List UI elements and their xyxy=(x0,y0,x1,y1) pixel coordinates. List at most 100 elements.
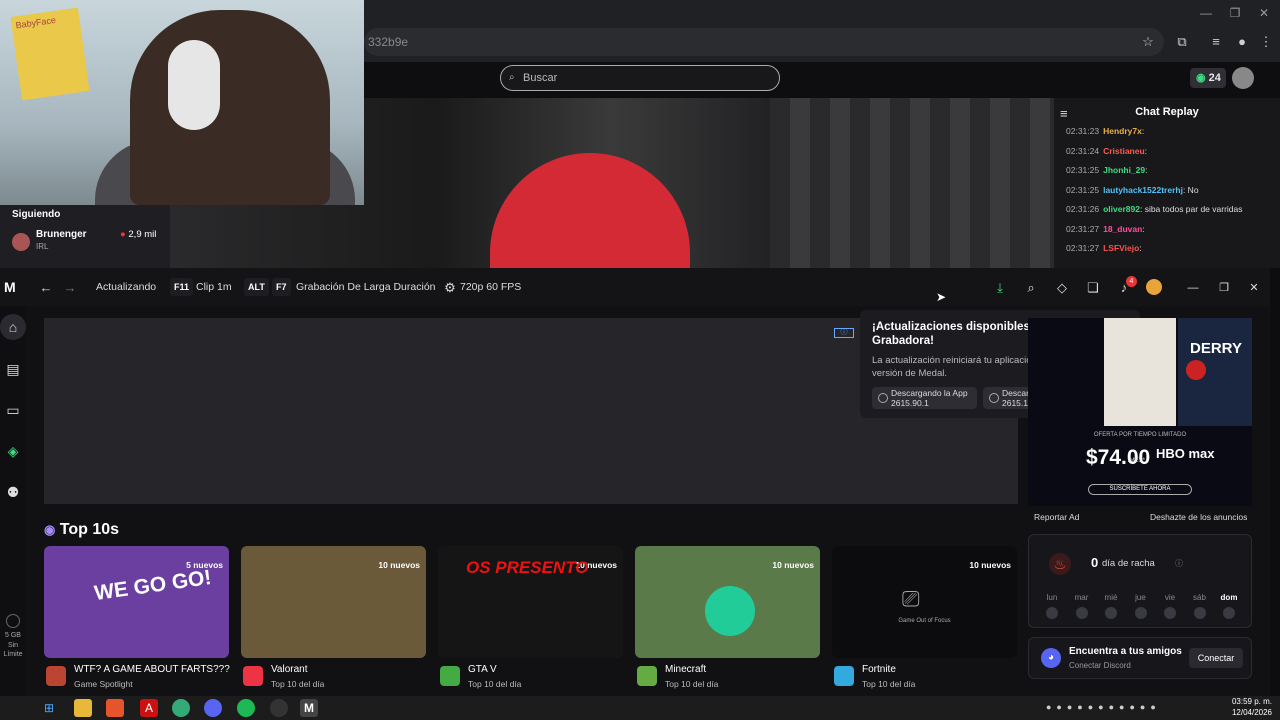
followed-category: IRL xyxy=(36,242,49,251)
media-control-icon[interactable]: ≡ xyxy=(1206,32,1226,52)
medal-close-icon[interactable]: ✕ xyxy=(1244,279,1264,297)
sidebar-ad[interactable]: DERRY OFERTA POR TIEMPO LIMITADO $74.00 … xyxy=(1028,318,1252,506)
profile-avatar[interactable]: ● xyxy=(1232,32,1252,52)
file-explorer-icon[interactable] xyxy=(74,699,92,717)
quality-label[interactable]: 720p 60 FPS xyxy=(460,281,521,293)
streamer-head xyxy=(130,10,330,205)
chat-message: 02:31:25 Jhonhi_29: xyxy=(1066,165,1148,175)
game-name[interactable]: Minecraft xyxy=(665,664,706,675)
games-diamond-icon[interactable]: ◈ xyxy=(4,442,22,460)
extensions-icon[interactable]: ⧉ xyxy=(1172,32,1192,52)
chat-username[interactable]: lautyhack1522trerhj xyxy=(1103,185,1183,195)
video-cap xyxy=(490,153,690,268)
chat-message: 02:31:25 lautyhack1522trerhj: No xyxy=(1066,185,1199,195)
chat-username[interactable]: Hendry7x xyxy=(1103,126,1142,136)
chat-time: 02:31:25 xyxy=(1066,184,1100,195)
streak-info-icon[interactable]: ⓘ xyxy=(1175,558,1183,569)
ad-movie-title: DERRY xyxy=(1190,340,1242,357)
day-dot xyxy=(1223,607,1235,619)
clock-date[interactable]: 12/04/2026 xyxy=(1228,708,1272,717)
bookmark-star-icon[interactable]: ☆ xyxy=(1138,32,1158,52)
long-record-label[interactable]: Grabación De Larga Duración xyxy=(296,281,436,293)
search-icon[interactable]: ⌕ xyxy=(1021,279,1041,297)
clock-time[interactable]: 03:59 p. m. xyxy=(1228,697,1272,706)
report-ad-link[interactable]: Reportar Ad xyxy=(1034,512,1079,522)
browser-maximize-icon[interactable]: ❐ xyxy=(1225,6,1245,22)
chat-message: 02:31:26 oliver892: siba todos par de var… xyxy=(1066,204,1243,214)
download-icon[interactable]: ⤓ xyxy=(990,279,1010,297)
medal-taskbar-icon[interactable]: M xyxy=(300,699,318,717)
ad-info-icon[interactable]: ⓘ xyxy=(834,328,854,338)
chat-text: : xyxy=(1139,243,1142,253)
top10-card[interactable]: 10 nuevos xyxy=(241,546,426,658)
chat-text: : xyxy=(1144,145,1148,156)
game-subtitle: Top 10 del día xyxy=(862,679,916,689)
browser-menu-icon[interactable]: ⋮ xyxy=(1256,32,1276,52)
back-arrow-icon[interactable]: ← xyxy=(36,279,56,297)
forward-arrow-icon[interactable]: → xyxy=(60,279,80,297)
chat-username[interactable]: Jhonhi_29 xyxy=(1103,165,1145,175)
chat-bubbles-icon[interactable]: ❏ xyxy=(1083,279,1103,297)
top10-card[interactable]: 10 nuevos OS PRESENTO xyxy=(438,546,623,658)
medal-minimize-icon[interactable]: — xyxy=(1183,279,1203,297)
following-title: Siguiendo xyxy=(12,209,61,220)
adobe-icon[interactable]: A xyxy=(140,699,158,717)
windows-start-icon[interactable]: ⊞ xyxy=(40,699,58,717)
game-name[interactable]: Fortnite xyxy=(862,664,896,675)
spotify-icon[interactable] xyxy=(237,699,255,717)
browser-minimize-icon[interactable]: — xyxy=(1196,6,1216,22)
game-icon xyxy=(46,666,66,686)
medal-user-avatar[interactable] xyxy=(1146,279,1162,295)
system-tray-icons[interactable]: ●●●●●●●●●●● xyxy=(1046,702,1218,714)
chrome-icon[interactable] xyxy=(172,699,190,717)
new-count-badge: 10 nuevos xyxy=(378,560,420,570)
top10-title-text: Top 10s xyxy=(59,521,120,538)
alt-hotkey: ALT xyxy=(244,278,269,296)
user-avatar[interactable] xyxy=(1232,67,1254,89)
remove-ads-link[interactable]: Deshazte de los anuncios xyxy=(1150,512,1247,522)
chat-username[interactable]: oliver892 xyxy=(1103,204,1140,214)
flame-icon: ♨ xyxy=(1049,553,1071,575)
app-download-button[interactable]: Descargando la App 2615.90.1 xyxy=(872,387,977,409)
game-name[interactable]: Valorant xyxy=(271,664,308,675)
search-input[interactable]: ⌕ Buscar xyxy=(500,65,780,91)
obs-icon[interactable] xyxy=(270,699,288,717)
clips-icon[interactable]: ▤ xyxy=(4,360,22,378)
update-status: Actualizando xyxy=(96,281,157,293)
card-overlay-text: WE GO GO! xyxy=(92,565,213,606)
day-label: dom xyxy=(1220,593,1238,602)
top10-card[interactable]: 10 nuevos ⎚ Game Out of Focus xyxy=(832,546,1017,658)
points-icon: ◉ xyxy=(1196,72,1206,84)
top10-card[interactable]: 5 nuevos WE GO GO! xyxy=(44,546,229,658)
followed-avatar[interactable] xyxy=(12,233,30,251)
chat-username[interactable]: Cristianeu xyxy=(1103,146,1145,156)
medal-logo-icon[interactable]: M xyxy=(4,279,24,295)
game-name[interactable]: WTF? A GAME ABOUT FARTS??? xyxy=(74,664,230,675)
connect-discord-button[interactable]: Conectar xyxy=(1189,648,1243,668)
ad-cta-button[interactable]: SUSCRÍBETE AHORA xyxy=(1088,484,1192,495)
premium-gem-icon[interactable]: ◇ xyxy=(1052,279,1072,297)
home-icon[interactable]: ⌂ xyxy=(4,318,22,336)
folder-icon[interactable]: ▭ xyxy=(4,401,22,419)
clip-label[interactable]: Clip 1m xyxy=(196,281,232,293)
medal-maximize-icon[interactable]: ❐ xyxy=(1214,279,1234,297)
game-name[interactable]: GTA V xyxy=(468,664,497,675)
game-icon xyxy=(637,666,657,686)
top10-card[interactable]: 10 nuevos xyxy=(635,546,820,658)
chat-username[interactable]: LSFViejo xyxy=(1103,243,1139,253)
brave-browser-icon[interactable] xyxy=(106,699,124,717)
followed-channel-name[interactable]: Brunenger xyxy=(36,229,87,240)
discord-panel: ◕ Encuentra a tus amigos Conectar Discor… xyxy=(1028,637,1252,679)
browser-close-icon[interactable]: ✕ xyxy=(1254,6,1274,22)
settings-gear-icon[interactable]: ⚙ xyxy=(440,279,460,297)
add-friend-icon[interactable]: ⚉ xyxy=(4,483,22,501)
channel-points[interactable]: ◉ 24 xyxy=(1190,68,1226,88)
chat-title: Chat Replay xyxy=(1135,106,1199,118)
top10-heading: ◉ Top 10s xyxy=(44,521,119,539)
chat-time: 02:31:26 xyxy=(1066,204,1100,214)
discord-taskbar-icon[interactable] xyxy=(204,699,222,717)
app-download-label: Descargando la App 2615.90.1 xyxy=(891,388,968,408)
address-bar[interactable]: 332b9e xyxy=(364,28,1164,56)
chat-username[interactable]: 18_duvan xyxy=(1103,224,1142,234)
game-subtitle: Top 10 del día xyxy=(665,679,719,689)
